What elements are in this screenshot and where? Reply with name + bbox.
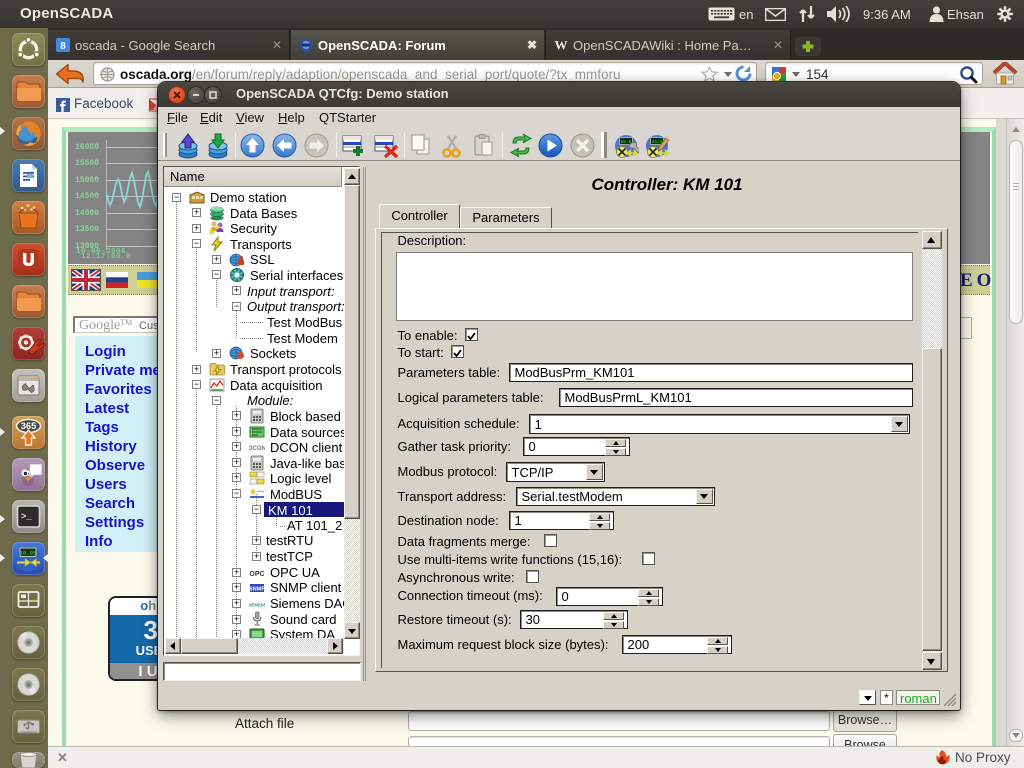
svg-text:10.95: 10.95 <box>20 550 37 557</box>
svg-text:8: 8 <box>60 40 66 52</box>
svg-text:DCON: DCON <box>249 446 265 452</box>
svg-text:W: W <box>555 38 568 52</box>
svg-text:SIEMENS: SIEMENS <box>249 603 265 608</box>
svg-text:>_: >_ <box>21 512 32 522</box>
svg-text:OPC: OPC <box>249 571 264 578</box>
svg-text:SNMP: SNMP <box>249 587 265 593</box>
